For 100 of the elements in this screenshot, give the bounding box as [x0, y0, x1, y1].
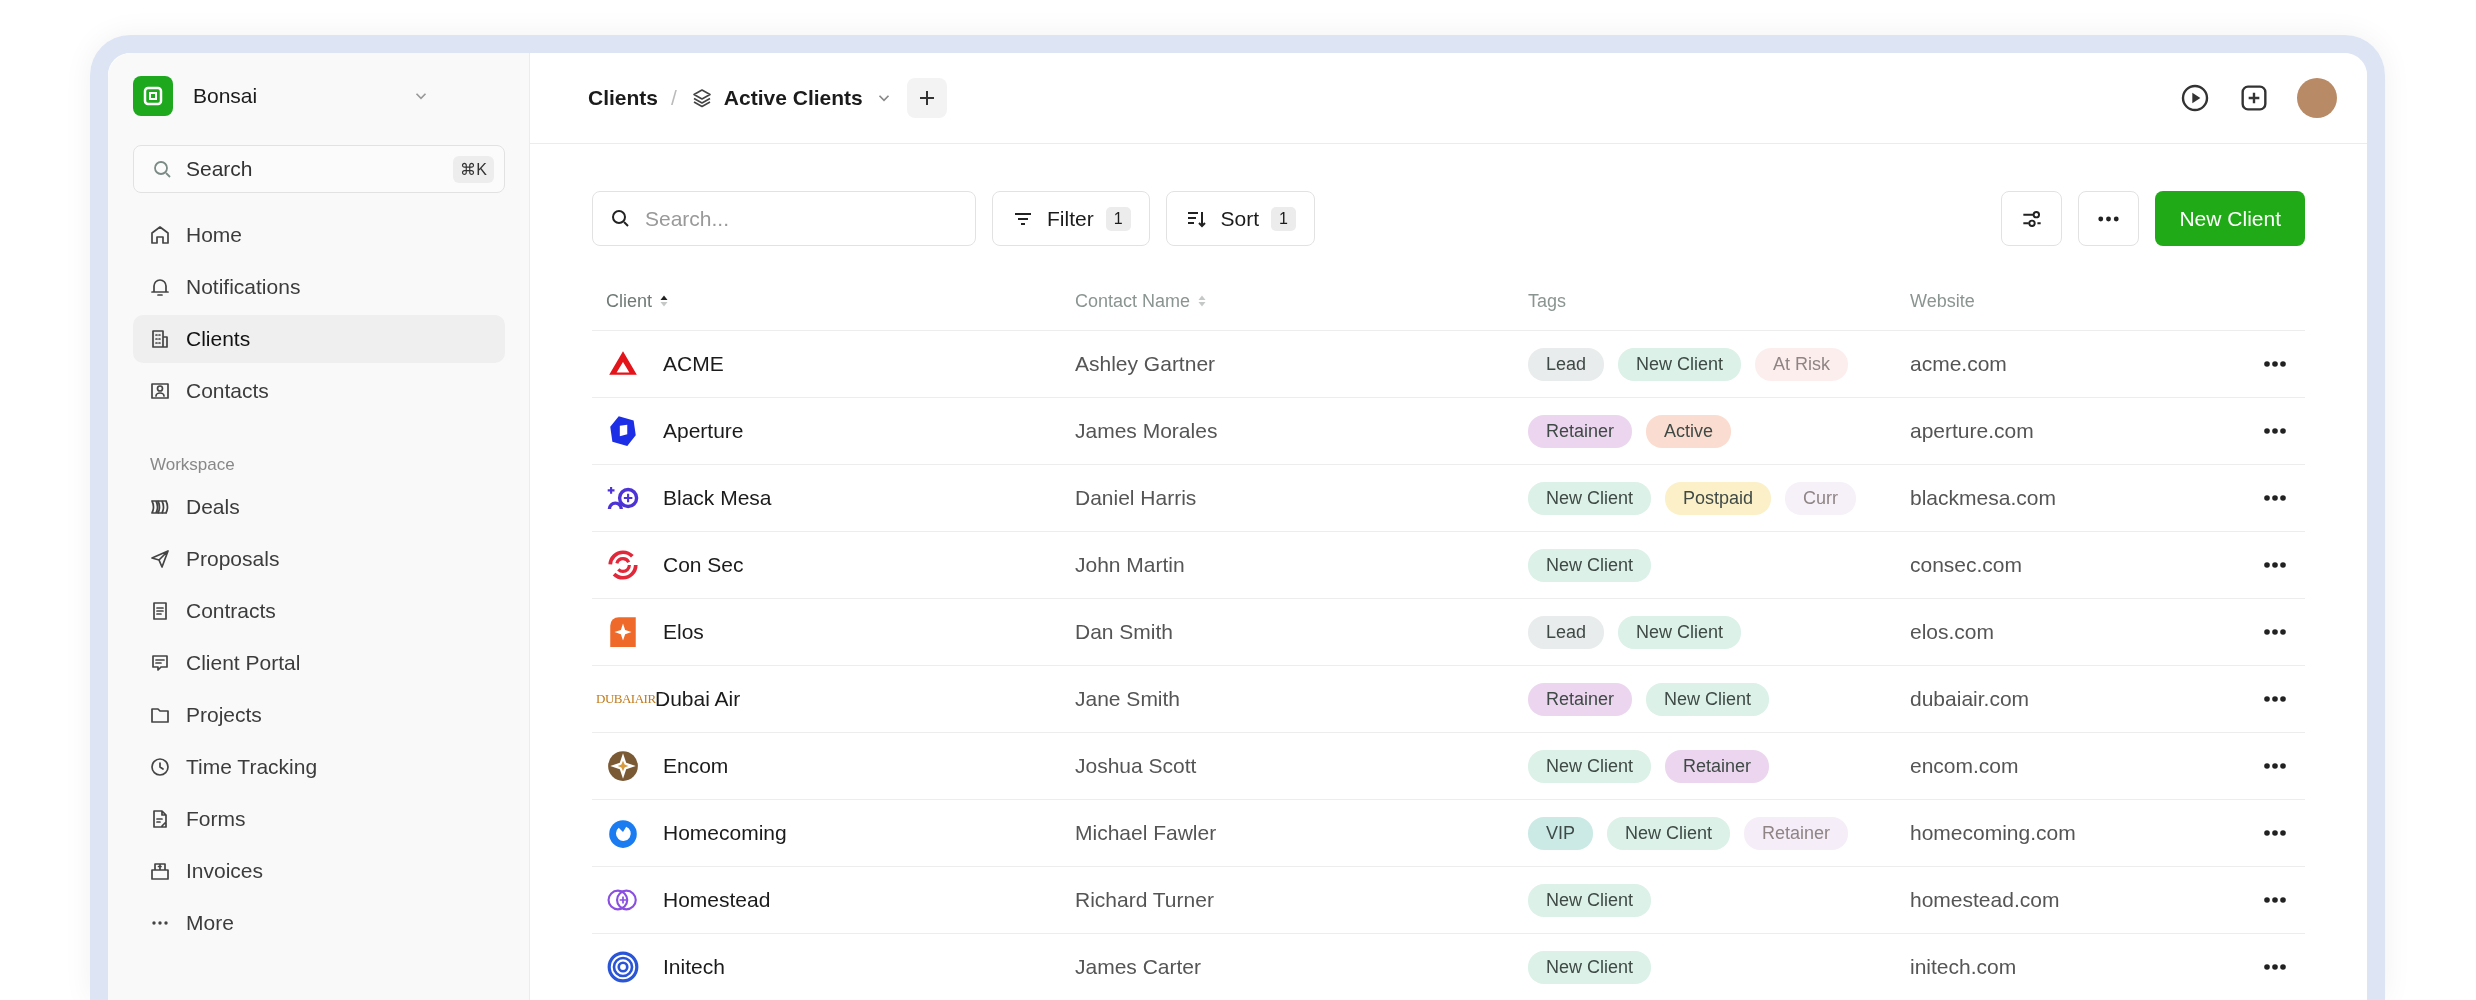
home-icon	[148, 223, 172, 247]
tag: Lead	[1528, 615, 1605, 649]
count-badge: 1	[1105, 206, 1131, 231]
nav-item[interactable]: Notifications	[133, 263, 505, 311]
contact-name: Michael Fawler	[1075, 821, 1217, 845]
nav-item[interactable]: Contracts	[133, 587, 505, 635]
nav-item[interactable]: Proposals	[133, 535, 505, 583]
website-link[interactable]: homecoming.com	[1910, 821, 2076, 845]
contact-name: Richard Turner	[1075, 888, 1214, 912]
client-name[interactable]: Elos	[663, 620, 704, 644]
add-icon[interactable]	[2238, 82, 2270, 114]
column-header: Tags	[1528, 290, 1567, 312]
website-link[interactable]: aperture.com	[1910, 419, 2034, 443]
tag: New Client	[1528, 481, 1652, 515]
tag: Retainer	[1665, 749, 1770, 783]
website-link[interactable]: acme.com	[1910, 352, 2007, 376]
website-link[interactable]: elos.com	[1910, 620, 1995, 644]
more-icon[interactable]	[2263, 360, 2287, 368]
more-icon[interactable]	[2263, 427, 2287, 435]
paper-plane-icon	[148, 547, 172, 571]
star-circle-logo-icon	[606, 749, 640, 783]
search-field[interactable]: Search...	[592, 191, 976, 246]
more-icon[interactable]	[2263, 695, 2287, 703]
clock-icon	[148, 755, 172, 779]
contact-name: Dan Smith	[1075, 620, 1174, 644]
more-icon[interactable]	[2263, 628, 2287, 636]
sort-button[interactable]: Sort 1	[1165, 191, 1315, 246]
more-icon[interactable]	[2263, 829, 2287, 837]
column-header[interactable]: Client	[606, 290, 653, 312]
breadcrumb-separator: /	[671, 86, 677, 110]
breadcrumb-link[interactable]: Clients	[588, 86, 658, 110]
website-link[interactable]: consec.com	[1910, 553, 2023, 577]
filter-button[interactable]: Filter 1	[992, 191, 1150, 246]
tag: New Client	[1607, 816, 1731, 850]
more-icon[interactable]	[2263, 963, 2287, 971]
search-field[interactable]: Search ⌘K	[133, 145, 505, 193]
tag: At Risk	[1755, 347, 1849, 381]
contact-name: James Morales	[1075, 419, 1218, 443]
tag: Active	[1646, 414, 1732, 448]
add-view-button[interactable]	[906, 78, 947, 118]
shortcut-badge: ⌘K	[453, 155, 494, 183]
tag: New Client	[1528, 548, 1652, 582]
spiral-logo-icon	[606, 950, 640, 984]
client-name[interactable]: Initech	[663, 955, 725, 979]
dots-icon	[152, 921, 168, 925]
client-name[interactable]: Aperture	[663, 419, 744, 443]
nav-item[interactable]: Contacts	[133, 367, 505, 415]
column-header: Website	[1910, 290, 1975, 312]
play-icon[interactable]	[2179, 82, 2211, 114]
more-icon[interactable]	[2263, 561, 2287, 569]
contact-name: James Carter	[1075, 955, 1202, 979]
tag: Retainer	[1744, 816, 1849, 850]
settings-button[interactable]	[2001, 191, 2063, 246]
nav-item[interactable]: Client Portal	[133, 639, 505, 687]
swirl-logo-icon	[606, 548, 640, 582]
website-link[interactable]: blackmesa.com	[1910, 486, 2056, 510]
client-name[interactable]: Dubai Air	[655, 687, 741, 711]
workspace-name[interactable]: Bonsai	[193, 84, 412, 108]
nav-item[interactable]: More	[133, 899, 505, 947]
dots-icon	[2098, 215, 2120, 222]
more-icon[interactable]	[2263, 896, 2287, 904]
tag: Retainer	[1528, 682, 1633, 716]
tag: New Client	[1618, 347, 1742, 381]
tag: New Client	[1618, 615, 1742, 649]
website-link[interactable]: initech.com	[1910, 955, 2017, 979]
nav-item[interactable]: Clients	[133, 315, 505, 363]
contact-name: Daniel Harris	[1075, 486, 1197, 510]
app-logo-icon	[133, 76, 173, 116]
client-name[interactable]: Encom	[663, 754, 729, 778]
nav-item[interactable]: Deals	[133, 483, 505, 531]
tag: New Client	[1528, 749, 1652, 783]
nav-item[interactable]: Invoices	[133, 847, 505, 895]
section-heading: Workspace	[149, 455, 236, 475]
client-name[interactable]: Homecoming	[663, 821, 787, 845]
nav-item[interactable]: Home	[133, 211, 505, 259]
nav-item[interactable]: Forms	[133, 795, 505, 843]
contact-name: Jane Smith	[1075, 687, 1181, 711]
tag: New Client	[1528, 950, 1652, 984]
view-selector[interactable]: Active Clients	[689, 86, 893, 110]
client-name[interactable]: Homestead	[663, 888, 771, 912]
nav-item[interactable]: Projects	[133, 691, 505, 739]
client-name[interactable]: Black Mesa	[663, 486, 772, 510]
client-name[interactable]: Con Sec	[663, 553, 744, 577]
contact-name: Joshua Scott	[1075, 754, 1197, 778]
website-link[interactable]: dubaiair.com	[1910, 687, 2030, 711]
website-link[interactable]: encom.com	[1910, 754, 2019, 778]
client-name[interactable]: ACME	[663, 352, 724, 376]
tag: Retainer	[1528, 414, 1633, 448]
avatar[interactable]	[2297, 78, 2337, 118]
tag: VIP	[1528, 816, 1593, 850]
nav-item[interactable]: Time Tracking	[133, 743, 505, 791]
tag: Postpaid	[1665, 481, 1772, 515]
sort-arrows-icon[interactable]	[659, 293, 670, 309]
count-badge: 1	[1271, 206, 1296, 231]
tag: New Client	[1646, 682, 1770, 716]
tag: New Client	[1528, 883, 1652, 917]
website-link[interactable]: homestead.com	[1910, 888, 2060, 912]
more-icon[interactable]	[2263, 762, 2287, 770]
more-icon[interactable]	[2263, 494, 2287, 502]
contact-name: Ashley Gartner	[1075, 352, 1216, 376]
